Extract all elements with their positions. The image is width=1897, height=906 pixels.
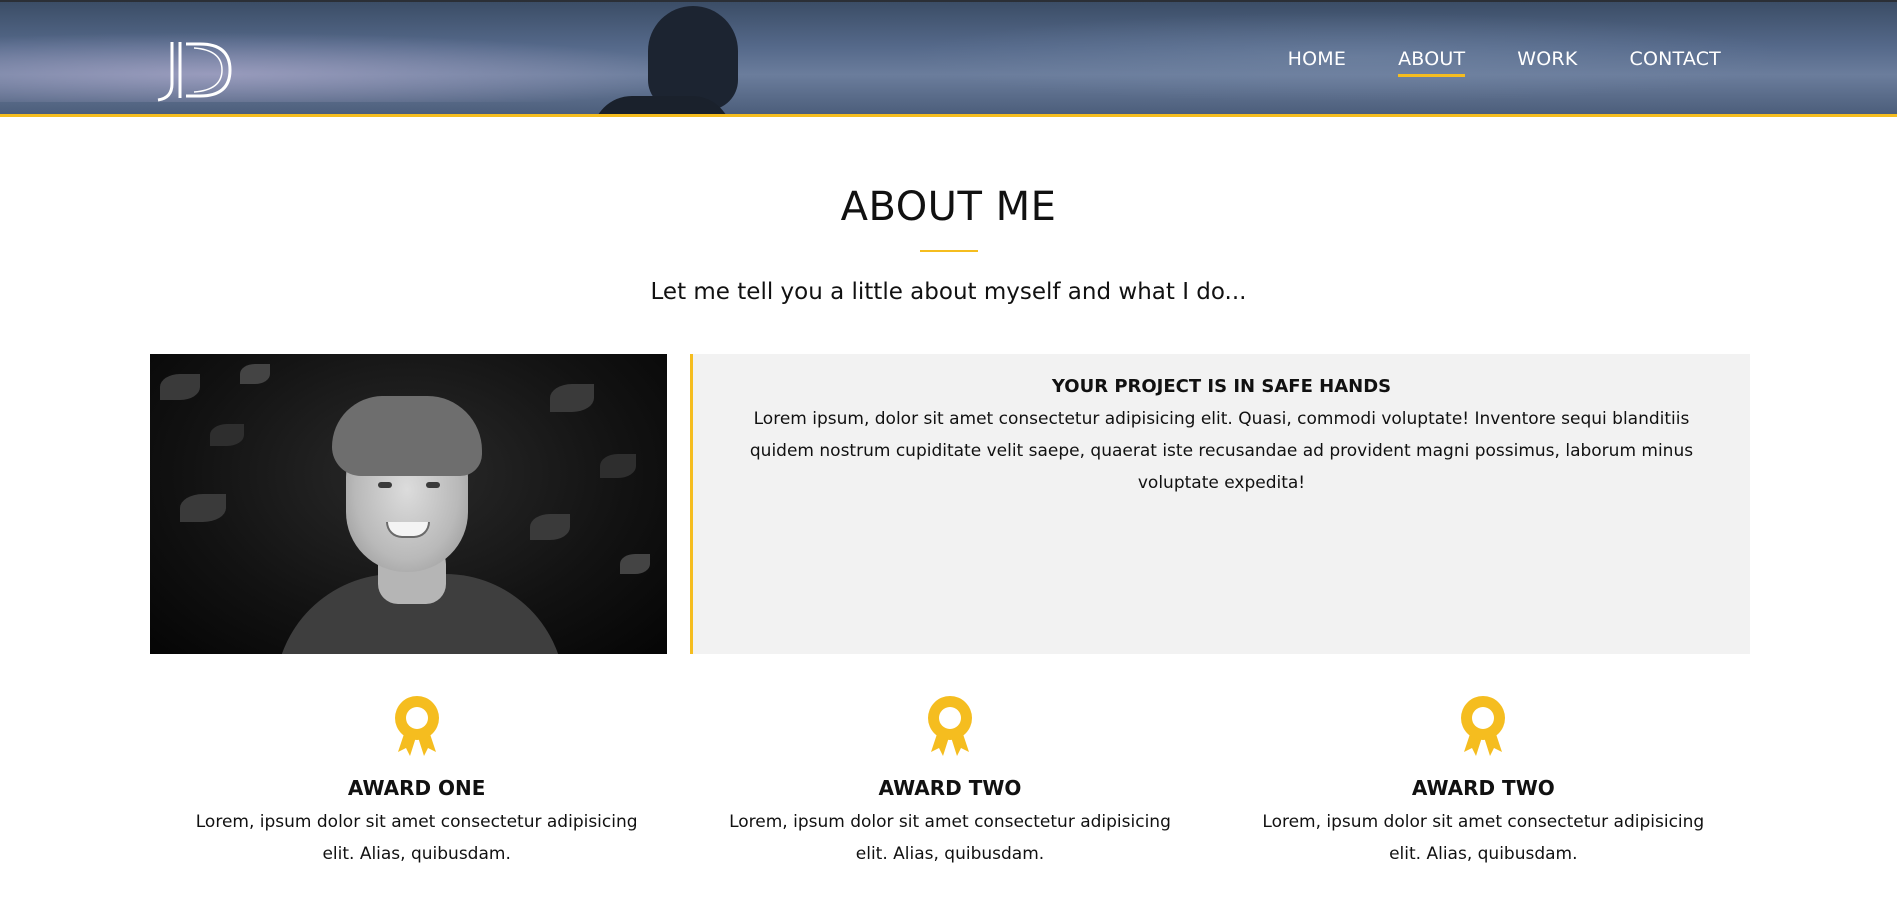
- foliage-leaf: [530, 514, 570, 540]
- header-sky-cloud: [0, 32, 700, 102]
- section-title: ABOUT ME: [840, 184, 1057, 230]
- info-heading: YOUR PROJECT IS IN SAFE HANDS: [1051, 376, 1392, 397]
- foliage-leaf: [240, 364, 270, 384]
- award-ribbon-icon: [927, 696, 972, 756]
- award-ribbon-icon: [394, 696, 439, 756]
- portrait-photo: [150, 354, 667, 654]
- award-text: Lorem, ipsum dolor sit amet consectetur …: [729, 812, 1171, 864]
- foliage-leaf: [620, 554, 650, 574]
- foliage-leaf: [160, 374, 200, 400]
- awards-row: AWARD ONE Lorem, ipsum dolor sit amet co…: [150, 694, 1750, 870]
- person-eye: [378, 482, 392, 488]
- foliage-leaf: [180, 494, 226, 522]
- site-logo[interactable]: [150, 40, 236, 102]
- award-ribbon-icon: [1461, 696, 1506, 756]
- header-silhouette-head: [648, 6, 738, 110]
- award-title: AWARD TWO: [878, 776, 1022, 800]
- foliage-leaf: [210, 424, 244, 446]
- foliage-leaf: [550, 384, 594, 412]
- award-title: AWARD TWO: [1411, 776, 1555, 800]
- award-card: AWARD TWO Lorem, ipsum dolor sit amet co…: [683, 694, 1216, 870]
- nav-work-link[interactable]: WORK: [1517, 48, 1577, 77]
- nav-about-link[interactable]: ABOUT: [1398, 48, 1466, 77]
- award-title: AWARD ONE: [347, 776, 486, 800]
- award-text: Lorem, ipsum dolor sit amet consectetur …: [195, 812, 638, 864]
- jd-logo-mark: [157, 42, 232, 102]
- award-card: AWARD ONE Lorem, ipsum dolor sit amet co…: [150, 694, 683, 870]
- nav-home-link[interactable]: HOME: [1288, 48, 1346, 77]
- foliage-leaf: [600, 454, 636, 478]
- main-nav: HOME ABOUT WORK CONTACT: [1288, 48, 1721, 77]
- person-eye: [426, 482, 440, 488]
- person-hair: [332, 396, 482, 476]
- info-text: Lorem ipsum, dolor sit amet consectetur …: [749, 409, 1694, 493]
- award-text: Lorem, ipsum dolor sit amet consectetur …: [1262, 812, 1705, 864]
- section-subtitle: Let me tell you a little about myself an…: [650, 279, 1247, 305]
- award-card: AWARD TWO Lorem, ipsum dolor sit amet co…: [1217, 694, 1750, 870]
- title-underline: [920, 250, 978, 252]
- info-panel: YOUR PROJECT IS IN SAFE HANDS Lorem ipsu…: [690, 354, 1750, 654]
- site-header: HOME ABOUT WORK CONTACT: [0, 0, 1897, 117]
- nav-contact-link[interactable]: CONTACT: [1629, 48, 1721, 77]
